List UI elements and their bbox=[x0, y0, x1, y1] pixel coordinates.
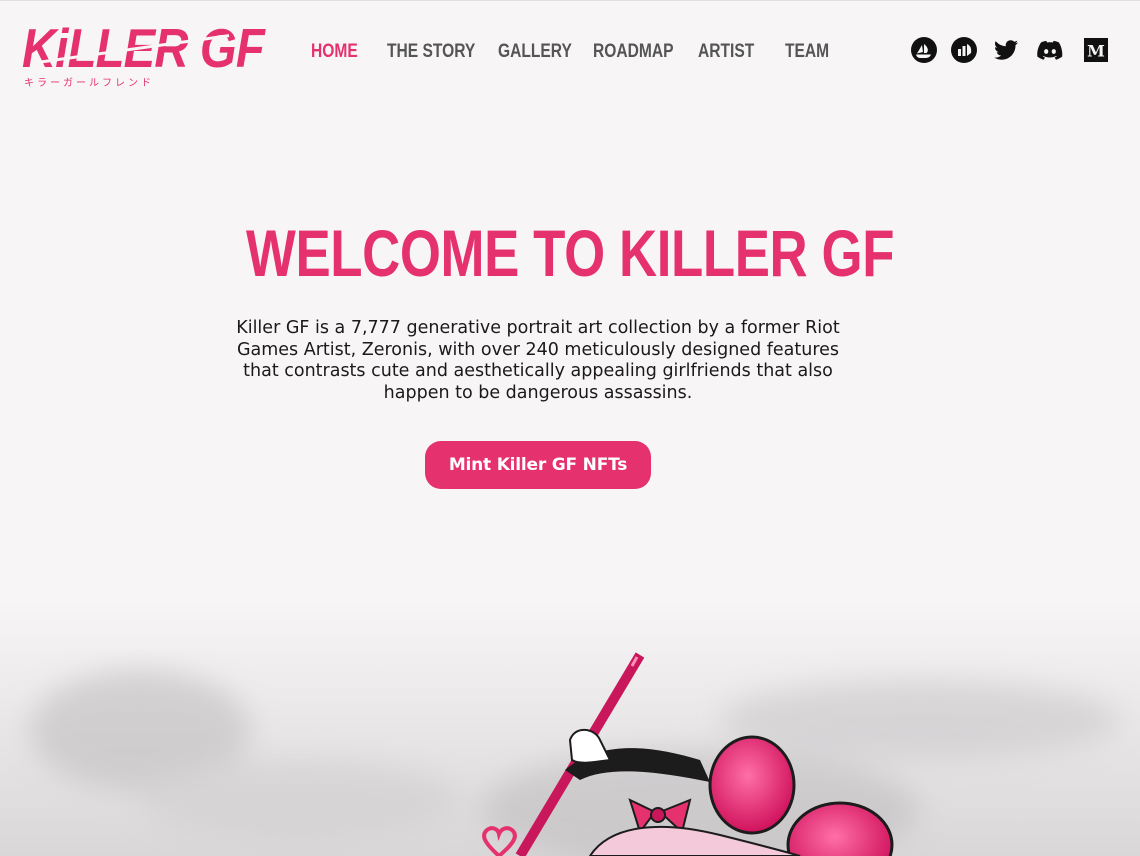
nav-item-the-story[interactable]: THE STORY bbox=[387, 40, 475, 64]
hero-title: WELCOME TO KILLER GF bbox=[0, 216, 1140, 290]
brand-logo[interactable]: KiLLER GF キラーガールフレンド bbox=[22, 18, 265, 89]
nav-item-team[interactable]: TEAM bbox=[785, 40, 829, 64]
nav-item-gallery[interactable]: GALLERY bbox=[498, 40, 572, 64]
medium-icon[interactable]: M bbox=[1082, 36, 1110, 64]
site-header: KiLLER GF キラーガールフレンド HOME THE STORY GALL… bbox=[0, 0, 1140, 100]
svg-text:M: M bbox=[1087, 42, 1105, 61]
nav-item-home[interactable]: HOME bbox=[311, 40, 358, 64]
stats-icon[interactable] bbox=[950, 36, 978, 64]
logo-subtitle: キラーガールフレンド bbox=[24, 78, 154, 89]
mint-button[interactable]: Mint Killer GF NFTs bbox=[425, 441, 651, 489]
discord-icon[interactable] bbox=[1036, 36, 1064, 64]
nav-item-roadmap[interactable]: ROADMAP bbox=[593, 40, 674, 64]
twitter-icon[interactable] bbox=[992, 36, 1020, 64]
nav-item-artist[interactable]: ARTIST bbox=[698, 40, 754, 64]
hero-artwork bbox=[0, 600, 1140, 856]
opensea-icon[interactable] bbox=[910, 36, 938, 64]
hero-description: Killer GF is a 7,777 generative portrait… bbox=[236, 318, 840, 404]
hero-title-text: WELCOME TO KILLER GF bbox=[245, 216, 895, 290]
